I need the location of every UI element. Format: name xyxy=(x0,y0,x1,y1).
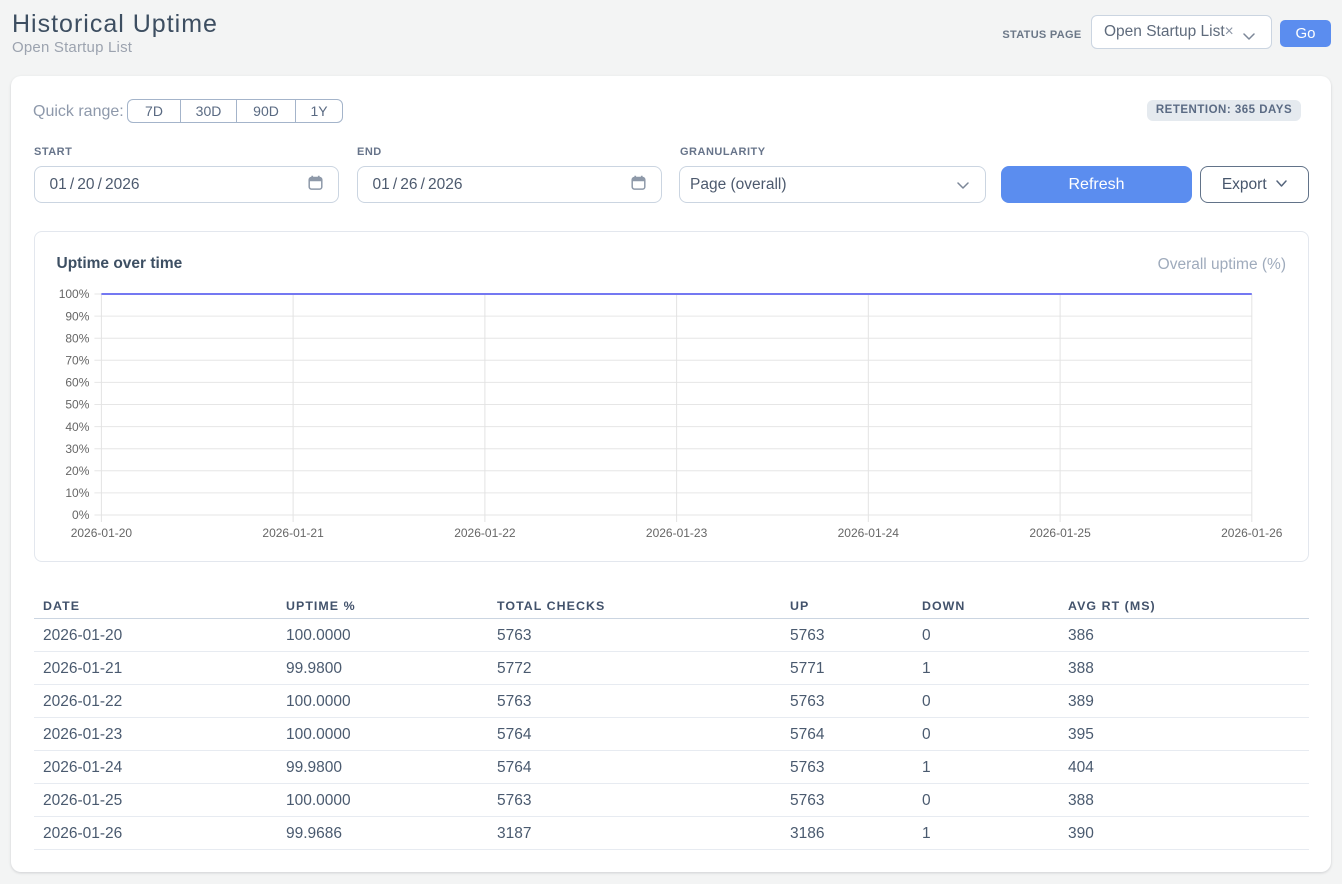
svg-text:90%: 90% xyxy=(65,309,89,323)
svg-text:10%: 10% xyxy=(65,486,89,500)
svg-text:100%: 100% xyxy=(59,287,90,301)
svg-text:80%: 80% xyxy=(65,331,89,345)
svg-text:40%: 40% xyxy=(65,420,89,434)
svg-text:2026-01-21: 2026-01-21 xyxy=(262,526,324,540)
svg-text:20%: 20% xyxy=(65,464,89,478)
svg-text:2026-01-25: 2026-01-25 xyxy=(1029,526,1091,540)
svg-text:2026-01-20: 2026-01-20 xyxy=(71,526,133,540)
svg-text:70%: 70% xyxy=(65,354,89,368)
svg-text:50%: 50% xyxy=(65,398,89,412)
svg-text:2026-01-24: 2026-01-24 xyxy=(838,526,900,540)
svg-text:0%: 0% xyxy=(72,508,90,522)
svg-text:2026-01-23: 2026-01-23 xyxy=(646,526,708,540)
svg-text:30%: 30% xyxy=(65,442,89,456)
svg-text:2026-01-26: 2026-01-26 xyxy=(1221,526,1283,540)
svg-text:60%: 60% xyxy=(65,376,89,390)
svg-text:2026-01-22: 2026-01-22 xyxy=(454,526,516,540)
